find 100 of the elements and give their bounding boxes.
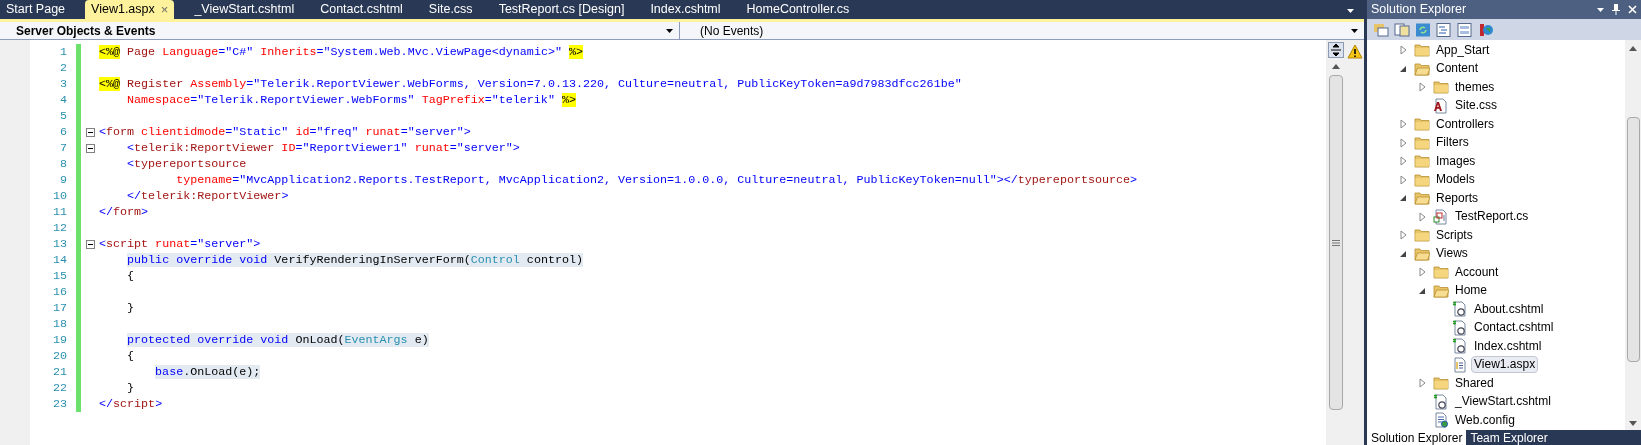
code-line: } — [126, 380, 135, 396]
razor-file-icon — [1452, 319, 1468, 336]
line-number: 23 — [51, 396, 68, 412]
folder-icon — [1414, 117, 1430, 132]
document-tab[interactable]: HomeController.cs — [740, 0, 856, 19]
panel-tab[interactable]: Solution Explorer — [1367, 430, 1467, 445]
open-folder-icon — [1414, 61, 1430, 76]
close-icon[interactable] — [1628, 5, 1637, 14]
tree-item[interactable]: TestReport.cs — [1452, 208, 1532, 226]
tree-item[interactable]: Content — [1433, 60, 1482, 78]
document-tab[interactable]: Index.cshtml — [644, 0, 727, 19]
close-tab-button[interactable]: × — [160, 3, 169, 16]
code-line: <form clientidmode="Static" id="freq" runat="server"> — [99, 124, 471, 140]
dropdown-arrow-icon[interactable] — [1597, 7, 1604, 12]
code-line: Namespace="Telerik.ReportViewer.WebForms" TagPrefix="telerik" %> — [126, 92, 576, 108]
dropdown-arrow-icon[interactable] — [1347, 9, 1354, 13]
line-number: 11 — [51, 204, 68, 220]
tree-item[interactable]: Views — [1433, 245, 1471, 263]
tree-item[interactable]: Contact.cshtml — [1471, 319, 1557, 337]
document-tab[interactable]: Site.css — [422, 0, 479, 19]
code-line: </telerik:ReportViewer> — [126, 188, 289, 204]
code-line: { — [126, 268, 135, 284]
show-all-files-icon[interactable] — [1394, 22, 1410, 37]
object-dropdown[interactable]: Server Objects & Events — [0, 22, 680, 39]
tree-item[interactable]: Account — [1452, 263, 1502, 281]
properties-icon[interactable] — [1373, 22, 1389, 37]
code-line: </form> — [99, 204, 149, 220]
code-line: protected override void OnLoad(EventArgs e) — [126, 332, 429, 348]
stylesheet-file-icon — [1433, 97, 1449, 114]
tree-item[interactable]: App_Start — [1433, 41, 1493, 59]
tree-item[interactable]: Index.cshtml — [1471, 337, 1545, 355]
code-line: } — [126, 300, 135, 316]
line-number: 14 — [51, 252, 68, 268]
folder-icon — [1414, 43, 1430, 58]
view-code-icon[interactable] — [1436, 22, 1452, 37]
scroll-up-icon[interactable] — [1332, 64, 1340, 69]
scroll-up-icon[interactable] — [1629, 46, 1637, 51]
folder-icon — [1433, 80, 1449, 95]
code-line: typename="MvcApplication2.Reports.TestReport, MvcApplication2, Version=1.0.0.0, Culture=neutral, PublicKeyToken=null"></typereportsource> — [175, 172, 1138, 188]
razor-file-icon — [1452, 301, 1468, 318]
tree-item[interactable]: Web.config — [1452, 411, 1518, 429]
tree-item[interactable]: Home — [1452, 282, 1490, 300]
line-number: 4 — [59, 92, 68, 108]
code-line: { — [126, 348, 135, 364]
razor-file-icon — [1452, 338, 1468, 355]
tree-item[interactable]: About.cshtml — [1471, 300, 1547, 318]
event-dropdown[interactable]: (No Events) — [680, 22, 1364, 39]
code-line: <%@ Page Language="C#" Inherits="System.Web.Mvc.ViewPage<dynamic>" %> — [99, 44, 583, 60]
line-number: 10 — [51, 188, 68, 204]
tree-item[interactable]: Models — [1433, 171, 1478, 189]
tree-item[interactable]: Filters — [1433, 134, 1472, 152]
tree-item[interactable]: themes — [1452, 78, 1498, 96]
web-form-file-icon — [1452, 356, 1468, 373]
document-tab[interactable]: Contact.cshtml — [314, 0, 409, 19]
dropdown-arrow-icon[interactable] — [1351, 28, 1358, 33]
line-number: 7 — [59, 140, 68, 156]
tree-item[interactable]: Shared — [1452, 374, 1497, 392]
tree-item[interactable]: View1.aspx — [1471, 356, 1539, 374]
collapse-icon[interactable] — [85, 127, 95, 137]
report-file-icon — [1433, 208, 1449, 225]
code-line: </script> — [99, 396, 163, 412]
panel-title-bar: Solution Explorer — [1367, 0, 1641, 19]
pin-icon[interactable] — [1612, 4, 1620, 15]
document-tab[interactable]: View1.aspx × — [85, 0, 175, 19]
line-number: 12 — [51, 220, 68, 236]
tree-item[interactable]: Controllers — [1433, 115, 1498, 133]
class-diagram-icon[interactable] — [1478, 22, 1494, 37]
line-number: 13 — [51, 236, 68, 252]
line-number: 9 — [59, 172, 68, 188]
tree-item[interactable]: Images — [1433, 152, 1479, 170]
line-number: 15 — [51, 268, 68, 284]
tree-item[interactable]: _ViewStart.cshtml — [1452, 393, 1554, 411]
scroll-down-icon[interactable] — [1629, 421, 1637, 426]
open-folder-icon — [1433, 283, 1449, 298]
document-tab[interactable]: Start Page — [0, 0, 72, 19]
panel-tab[interactable]: Team Explorer — [1466, 430, 1552, 445]
dropdown-arrow-icon[interactable] — [666, 28, 673, 33]
document-tab[interactable]: _ViewStart.cshtml — [188, 0, 301, 19]
tree-item[interactable]: Site.css — [1452, 97, 1500, 115]
scrollbar-thumb[interactable] — [1329, 75, 1343, 410]
tree-item[interactable]: Scripts — [1433, 226, 1476, 244]
line-number: 22 — [51, 380, 68, 396]
scrollbar-thumb[interactable] — [1626, 117, 1640, 362]
razor-file-icon — [1433, 393, 1449, 410]
line-number: 20 — [51, 348, 68, 364]
collapse-icon[interactable] — [85, 239, 95, 249]
collapse-icon[interactable] — [85, 143, 95, 153]
document-tab[interactable]: TestReport.cs [Design] — [492, 0, 631, 19]
folder-icon — [1414, 154, 1430, 169]
folder-icon — [1414, 172, 1430, 187]
split-handle-icon[interactable] — [1328, 42, 1344, 58]
code-line: <typereportsource — [126, 156, 247, 172]
tree-item[interactable]: Reports — [1433, 189, 1482, 207]
line-number: 19 — [51, 332, 68, 348]
open-folder-icon — [1414, 191, 1430, 206]
line-number: 16 — [51, 284, 68, 300]
line-number: 21 — [51, 364, 68, 380]
line-number: 6 — [59, 124, 68, 140]
warning-icon[interactable] — [1347, 44, 1363, 59]
view-designer-icon[interactable] — [1457, 22, 1473, 37]
